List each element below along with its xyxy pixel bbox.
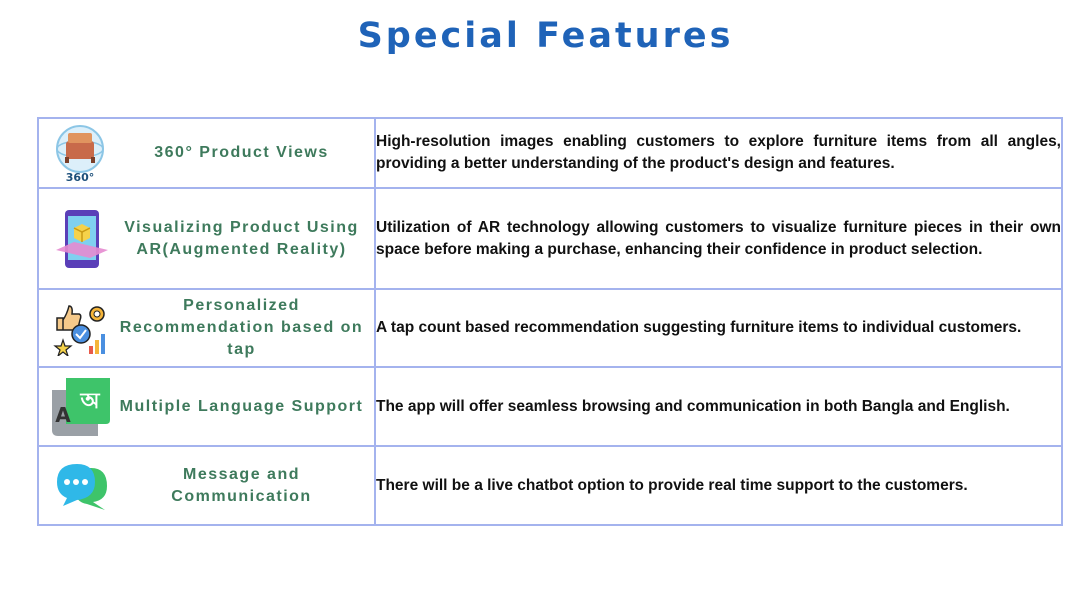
table-row: A অ Multiple Language Support The app wi… bbox=[37, 366, 1063, 447]
icon-letter: A bbox=[55, 403, 71, 427]
feature-description: Utilization of AR technology allowing cu… bbox=[374, 187, 1063, 290]
feature-name: Message and Communication bbox=[171, 465, 312, 505]
feature-description: A tap count based recommendation suggest… bbox=[374, 288, 1063, 368]
language-translate-icon: A অ bbox=[39, 376, 115, 438]
feature-cell: 360° 360° Product Views bbox=[37, 117, 376, 189]
feature-cell: Visualizing Product Using AR(Augmented R… bbox=[37, 187, 376, 290]
360-product-view-icon: 360° bbox=[39, 123, 115, 183]
features-table: 360° 360° Product Views High-resolution … bbox=[37, 117, 1063, 526]
feature-description: The app will offer seamless browsing and… bbox=[374, 366, 1063, 447]
table-row: 360° 360° Product Views High-resolution … bbox=[37, 117, 1063, 189]
table-row: Message and Communication There will be … bbox=[37, 445, 1063, 526]
chat-bubble-icon bbox=[39, 460, 115, 512]
feature-cell: A অ Multiple Language Support bbox=[37, 366, 376, 447]
feature-description: There will be a live chatbot option to p… bbox=[374, 445, 1063, 526]
table-row: Personalized Recommendation based on tap… bbox=[37, 288, 1063, 368]
table-row: Visualizing Product Using AR(Augmented R… bbox=[37, 187, 1063, 290]
recommendation-icon bbox=[39, 300, 115, 356]
icon-letter: অ bbox=[79, 389, 100, 414]
feature-name: Visualizing Product Using AR(Augmented R… bbox=[124, 218, 359, 258]
ar-phone-icon bbox=[39, 208, 115, 270]
icon-caption: 360° bbox=[66, 171, 94, 183]
feature-cell: Message and Communication bbox=[37, 445, 376, 526]
page-title: Special Features bbox=[357, 16, 734, 56]
feature-name: Multiple Language Support bbox=[119, 397, 364, 415]
feature-name: 360° Product Views bbox=[154, 144, 329, 161]
feature-description: High-resolution images enabling customer… bbox=[374, 117, 1063, 189]
feature-name: Personalized Recommendation based on tap bbox=[119, 297, 364, 358]
feature-cell: Personalized Recommendation based on tap bbox=[37, 288, 376, 368]
